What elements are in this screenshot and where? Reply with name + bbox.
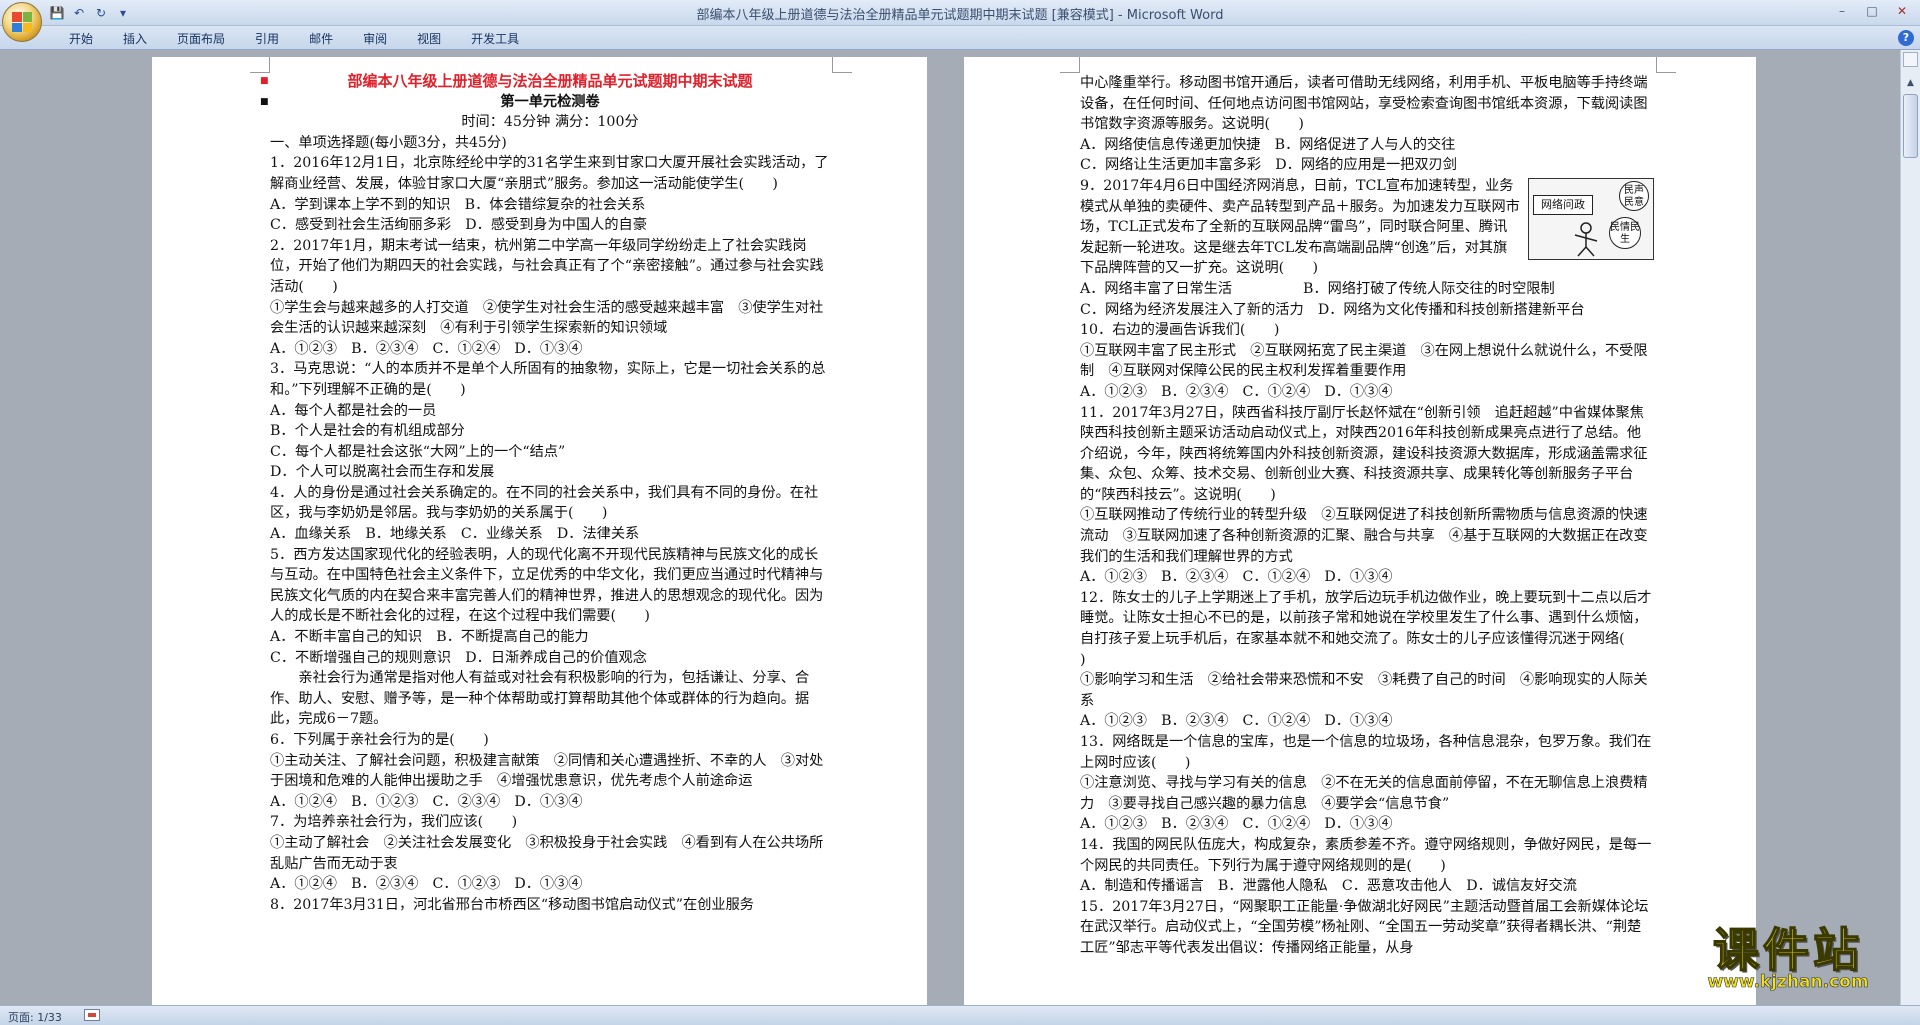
question-line: ①互联网丰富了民主形式 ②互联网拓宽了民主渠道 ③在网上想说什么就说什么，不受限… [1080,342,1648,380]
question-line: 中心隆重举行。移动图书馆开通后，读者可借助无线网络，利用手机、平板电脑等手持终端… [1080,75,1648,133]
question-line: ①主动关注、了解社会问题，积极建言献策 ②同情和关心遭遇挫折、不幸的人 ③对处于… [270,752,824,790]
title-bar: 💾 ↶ ↻ ▾ 部编本八年级上册道德与法治全册精品单元试题期中期末试题 [兼容模… [0,0,1920,26]
question-line: D．个人可以脱离社会而生存和发展 [270,464,495,481]
question-line: 亲社会行为通常是指对他人有益或对社会有积极影响的行为，包括谦让、分享、合作、助人… [270,670,810,728]
help-icon[interactable]: ? [1898,30,1914,46]
question-line: A．制造和传播谣言 B．泄露他人隐私 C．恶意攻击他人 D．诚信友好交流 [1080,878,1577,895]
question-line: A．①②④ B．①②③ C．②③④ D．①③④ [270,793,583,810]
scroll-up-icon[interactable]: ▲ [1903,76,1918,91]
question-line: C．不断增强自己的规则意识 D．日渐养成自己的价值观念 [270,649,647,666]
tab-mailings[interactable]: 邮件 [294,30,348,48]
question-line: 2．2017年1月，期末考试一结束，杭州第二中学高一年级同学纷纷走上了社会实践岗… [270,237,824,295]
question-line: A．血缘关系 B．地缘关系 C．业缘关系 D．法律关系 [270,526,640,543]
tab-references[interactable]: 引用 [240,30,294,48]
question-line: A．①②③ B．②③④ C．①②④ D．①③④ [1080,816,1393,833]
question-line: 5．西方发达国家现代化的经验表明，人的现代化离不开现代民族精神与民族文化的成长与… [270,546,824,625]
question-line: 8．2017年3月31日，河北省邢台市桥西区“移动图书馆启动仪式”在创业服务 [270,896,754,913]
watermark-brand: 课件站 [1712,923,1863,977]
question-9: 网络问政 民声民意 民情民生 9．2017年4月6日中国经济网消息，日前，TCL… [1080,176,1654,300]
question-line: 3．马克思说：“人的本质并不是单个人所固有的抽象物，实际上，它是一切社会关系的总… [270,361,826,398]
question-line: 7．为培养亲社会行为，我们应该( ) [270,814,518,831]
cartoon-bubble: 民情民生 [1609,216,1641,249]
question-line: A．①②④ B．②③④ C．①②③ D．①③④ [270,876,583,893]
question-list: 中心隆重举行。移动图书馆开通后，读者可借助无线网络，利用手机、平板电脑等手持终端… [1080,73,1654,176]
office-button-icon[interactable] [2,2,42,42]
question-list: C．网络为经济发展注入了新的活力 D．网络为文化传播和科技创新搭建新平台 10．右… [1080,300,1654,959]
question-line: 12．陈女士的儿子上学期迷上了手机，放学后边玩手机边做作业，晚上要玩到十二点以后… [1080,589,1654,668]
watermark-logo: 课件站 www.kjzhan.com [1678,923,1898,993]
question-line: 11．2017年3月27日，陕西省科技厅副厅长赵怀斌在“创新引领 追赶超越”中省… [1080,404,1648,503]
question-line: 10．右边的漫画告诉我们( ) [1080,322,1280,339]
tab-view[interactable]: 视图 [402,30,456,48]
time-info: 时间：45分钟 满分：100分 [461,114,639,131]
question-line: 13．网络既是一个信息的宝库，也是一个信息的垃圾场，各种信息混杂，包罗万象。我们… [1080,734,1652,771]
page-count[interactable]: 页面: 1/33 [8,1009,62,1025]
tab-review[interactable]: 审阅 [348,30,402,48]
question-line: ①影响学习和生活 ②给社会带来恐慌和不安 ③耗费了自己的时间 ④影响现实的人际关… [1080,672,1648,709]
unit-title: ■ 第一单元检测卷 [260,93,600,110]
question-line: ①注意浏览、寻找与学习有关的信息 ②不在无关的信息面前停留，不在无聊信息上浪费精… [1080,775,1648,812]
question-line: 15．2017年3月27日，“网聚职工正能量·争做湖北好网民”主题活动暨首届工会… [1080,898,1649,956]
question-line: 1．2016年12月1日，北京陈经纶中学的31名学生来到甘家口大厦开展社会实践活… [270,155,829,192]
window-title: 部编本八年级上册道德与法治全册精品单元试题期中期末试题 [兼容模式] - Mic… [696,8,1224,23]
office-logo [12,12,32,32]
page-1[interactable]: ■ 部编本八年级上册道德与法治全册精品单元试题期中期末试题 ■ 第一单元检测卷 时间… [152,57,927,1005]
page-2[interactable]: 中心隆重举行。移动图书馆开通后，读者可借助无线网络，利用手机、平板电脑等手持终端… [964,57,1756,1005]
crop-mark [1060,57,1080,73]
question-line: 6．下列属于亲社会行为的是( ) [270,732,489,748]
question-line: A．①②③ B．②③④ C．①②④ D．①③④ [1080,383,1393,400]
question-line: ①主动了解社会 ②关注社会发展变化 ③积极投身于社会实践 ④看到有人在公共场所乱… [270,834,824,872]
ribbon-tabs: 开始 插入 页面布局 引用 邮件 审阅 视图 开发工具 [54,30,534,48]
cartoon-bubble: 民声民意 [1619,180,1649,211]
question-line: ①学生会与越来越多的人打交道 ②使学生对社会生活的感受越来越丰富 ③使学生对社会… [270,299,824,337]
tab-home[interactable]: 开始 [54,30,108,48]
question-line: A．①②③ B．②③④ C．①②④ D．①③④ [270,340,583,357]
question-line: 4．人的身份是通过社会关系确定的。在不同的社会关系中，我们具有不同的身份。在社区… [270,484,819,522]
document-title: ■ 部编本八年级上册道德与法治全册精品单元试题期中期末试题 [260,72,753,90]
status-bar: 页面: 1/33 [0,1005,1920,1025]
scroll-thumb[interactable] [1903,94,1918,158]
question-line: A．不断丰富自己的知识 B．不断提高自己的能力 [270,629,589,646]
question-line: B．个人是社会的有机组成部分 [270,423,465,440]
crop-mark [1656,57,1676,73]
window-controls: – □ ✕ [1828,2,1916,20]
tab-page-layout[interactable]: 页面布局 [162,30,240,48]
tab-insert[interactable]: 插入 [108,30,162,48]
minimize-icon[interactable]: – [1828,2,1856,20]
watermark-url: www.kjzhan.com [1707,972,1869,993]
question-line: A．①②③ B．②③④ C．①②④ D．①③④ [1080,713,1393,730]
question-line: A．网络使信息传递更加快捷 B．网络促进了人与人的交往 [1080,136,1456,153]
cartoon-sign: 网络问政 [1533,194,1593,215]
crop-mark [832,57,852,73]
question-line: C．网络让生活更加丰富多彩 D．网络的应用是一把双刃剑 [1080,157,1457,174]
document-area[interactable]: ■ 部编本八年级上册道德与法治全册精品单元试题期中期末试题 ■ 第一单元检测卷 时间… [0,50,1900,1005]
answer-option: A．网络丰富了日常生活 B．网络打破了传统人际交往的时空限制 [1080,280,1555,297]
question-line: C．感受到社会生活绚丽多彩 D．感受到身为中国人的自豪 [270,217,647,234]
question-line: C．网络为经济发展注入了新的活力 D．网络为文化传播和科技创新搭建新平台 [1080,301,1585,318]
question-line: A．学到课本上学不到的知识 B．体会错综复杂的社会关系 [270,196,646,213]
vertical-scrollbar[interactable]: ▲ [1900,50,1920,1005]
question-line: A．每个人都是社会的一员 [270,402,437,419]
cartoon-image: 网络问政 民声民意 民情民生 [1528,177,1654,260]
tab-developer[interactable]: 开发工具 [456,30,534,48]
close-icon[interactable]: ✕ [1888,2,1916,20]
question-list: 一、单项选择题(每小题3分，共45分) 1．2016年12月1日，北京陈经纶中学的… [270,133,830,916]
question-line: ①互联网推动了传统行业的转型升级 ②互联网促进了科技创新所需物质与信息资源的快速… [1080,507,1648,565]
ruler-toggle-icon[interactable] [1903,52,1918,67]
proofing-icon[interactable] [84,1009,100,1021]
page-1-content[interactable]: ■ 部编本八年级上册道德与法治全册精品单元试题期中期末试题 ■ 第一单元检测卷 时间… [260,71,830,916]
question-line: A．①②③ B．②③④ C．①②④ D．①③④ [1080,569,1393,586]
question-line: 14．我国的网民队伍庞大，构成复杂，素质参差不齐。遵守网络规则，争做好网民，是每… [1080,836,1652,874]
maximize-icon[interactable]: □ [1858,2,1886,20]
ribbon-tab-bar: 开始 插入 页面布局 引用 邮件 审阅 视图 开发工具 ? [0,26,1920,50]
cartoon-figure [1574,222,1598,257]
page-2-content[interactable]: 中心隆重举行。移动图书馆开通后，读者可借助无线网络，利用手机、平板电脑等手持终端… [1080,73,1654,959]
question-line: 一、单项选择题(每小题3分，共45分) [270,134,507,151]
question-line: C．每个人都是社会这张“大网”上的一个“结点” [270,443,566,460]
